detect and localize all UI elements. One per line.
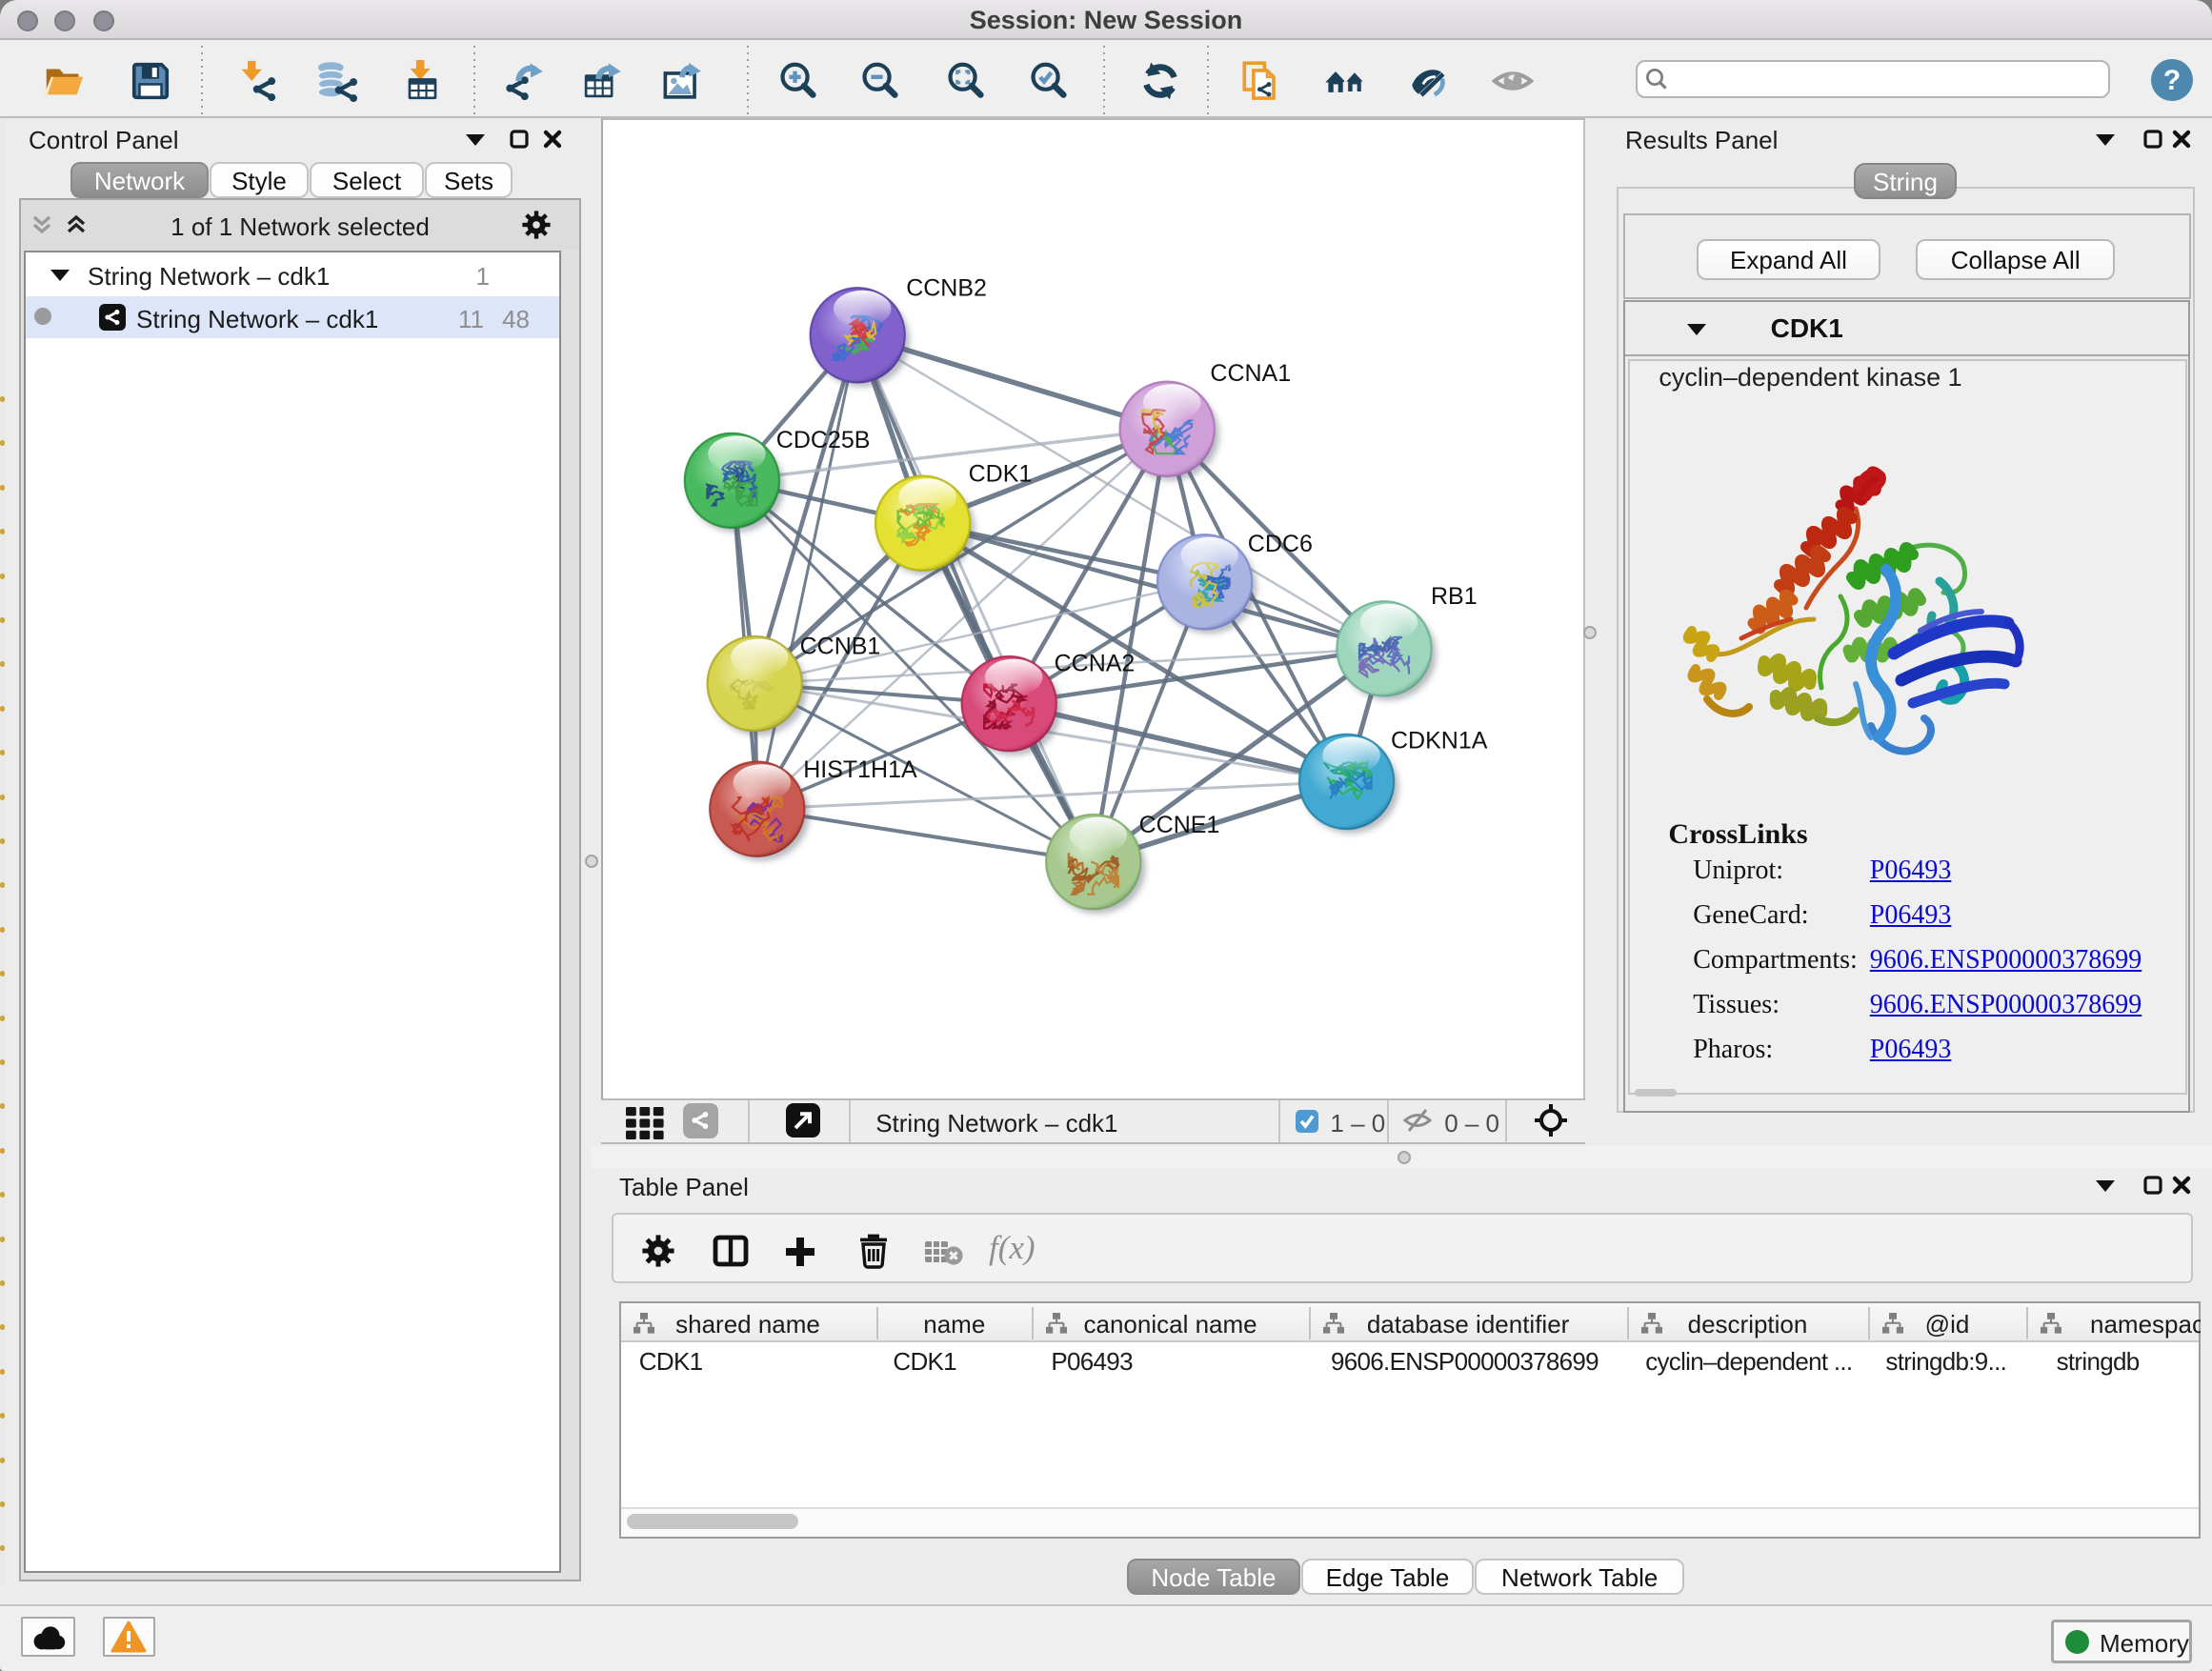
- svg-text:CCNB2: CCNB2: [906, 275, 987, 302]
- svg-text:?: ?: [2163, 65, 2181, 96]
- svg-text:CCNB1: CCNB1: [800, 634, 881, 660]
- svg-text:CDK1: CDK1: [969, 461, 1033, 488]
- svg-text:HIST1H1A: HIST1H1A: [803, 756, 917, 783]
- svg-text:CCNA1: CCNA1: [1210, 360, 1291, 387]
- svg-text:CCNA2: CCNA2: [1055, 650, 1136, 676]
- svg-text:CCNE1: CCNE1: [1139, 812, 1220, 838]
- svg-text:CDC25B: CDC25B: [776, 427, 871, 453]
- svg-text:RB1: RB1: [1431, 583, 1478, 610]
- svg-text:CDC6: CDC6: [1248, 531, 1313, 557]
- svg-text:CDKN1A: CDKN1A: [1391, 728, 1488, 755]
